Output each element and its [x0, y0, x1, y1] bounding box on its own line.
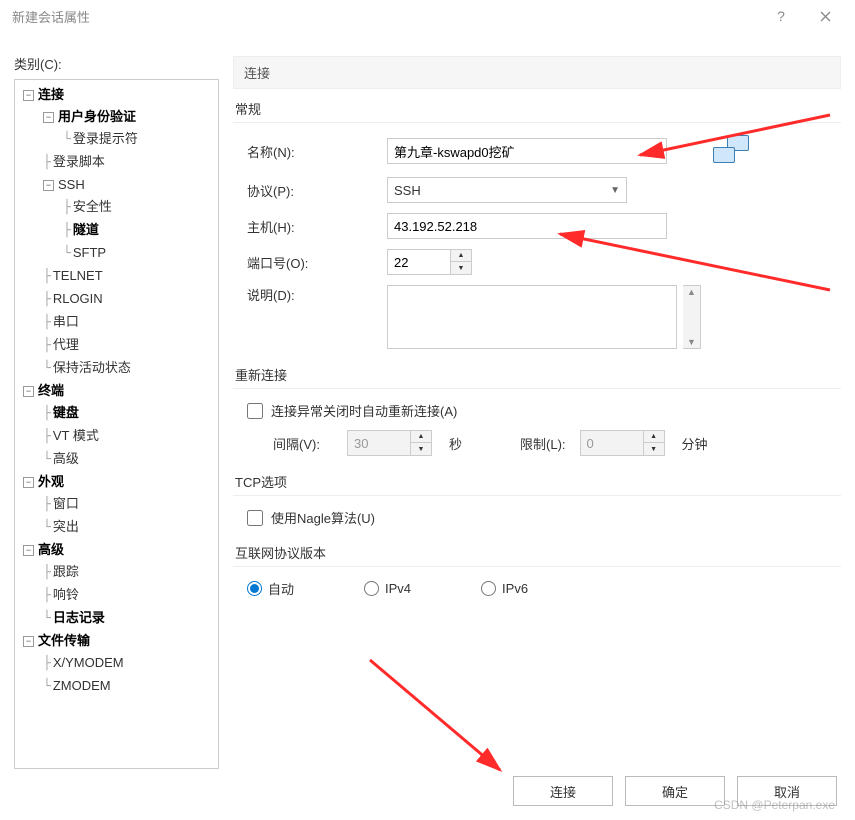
host-input[interactable] — [387, 213, 667, 239]
protocol-label: 协议(P): — [247, 181, 387, 200]
title-bar: 新建会话属性 ? — [0, 0, 855, 32]
auto-reconnect-checkbox[interactable] — [247, 403, 263, 419]
tree-item-trace[interactable]: 跟踪 — [53, 564, 79, 579]
limit-unit: 分钟 — [682, 434, 708, 453]
tree-item-connection[interactable]: 连接 — [38, 87, 64, 102]
tree-item-terminal[interactable]: 终端 — [38, 383, 64, 398]
spinner-down-icon[interactable]: ▼ — [644, 443, 664, 455]
tree-item-vtmode[interactable]: VT 模式 — [53, 428, 99, 443]
spinner-up-icon[interactable]: ▲ — [644, 431, 664, 443]
tree-item-window[interactable]: 窗口 — [53, 496, 79, 511]
tree-item-sftp[interactable]: SFTP — [73, 245, 106, 260]
group-general: 常规 名称(N): 协议(P): SSH ▼ — [233, 99, 841, 349]
tree-item-serial[interactable]: 串口 — [53, 314, 79, 329]
tree-item-keepalive[interactable]: 保持活动状态 — [53, 360, 131, 375]
name-input[interactable] — [387, 138, 667, 164]
tree-item-appearance[interactable]: 外观 — [38, 474, 64, 489]
limit-input[interactable] — [580, 430, 644, 456]
limit-spinner[interactable]: ▲▼ — [580, 430, 668, 456]
tree-item-filetransfer[interactable]: 文件传输 — [38, 633, 90, 648]
spinner-down-icon[interactable]: ▼ — [411, 443, 431, 455]
group-reconnect: 重新连接 连接异常关闭时自动重新连接(A) 间隔(V): ▲▼ 秒 限制(L): — [233, 365, 841, 456]
desc-label: 说明(D): — [247, 285, 387, 304]
spinner-down-icon[interactable]: ▼ — [451, 262, 471, 274]
panel-header: 连接 — [233, 56, 841, 89]
nagle-checkbox[interactable] — [247, 510, 263, 526]
group-reconnect-title: 重新连接 — [233, 365, 841, 384]
tree-item-login-script[interactable]: 登录脚本 — [53, 154, 105, 169]
auto-reconnect-label: 连接异常关闭时自动重新连接(A) — [271, 401, 457, 420]
tree-toggle[interactable]: − — [23, 90, 34, 101]
chevron-down-icon: ▼ — [610, 185, 620, 196]
connect-button[interactable]: 连接 — [513, 776, 613, 806]
tree-toggle[interactable]: − — [23, 477, 34, 488]
port-input[interactable] — [387, 249, 451, 275]
tree-toggle[interactable]: − — [23, 636, 34, 647]
tree-item-rlogin[interactable]: RLOGIN — [53, 291, 103, 306]
tree-item-tunnel[interactable]: 隧道 — [73, 222, 99, 237]
window-title: 新建会话属性 — [8, 7, 759, 26]
cancel-button[interactable]: 取消 — [737, 776, 837, 806]
port-spinner[interactable]: ▲▼ — [387, 249, 475, 275]
category-tree[interactable]: −连接 −用户身份验证 └登录提示符 ├登录脚本 −SSH ├安全性 ├隧道 └… — [14, 79, 219, 769]
tree-item-logging[interactable]: 日志记录 — [53, 610, 105, 625]
radio-ipv4[interactable] — [364, 581, 379, 596]
group-tcp: TCP选项 使用Nagle算法(U) — [233, 472, 841, 527]
group-general-title: 常规 — [233, 99, 841, 118]
textarea-scrollbar[interactable]: ▲▼ — [683, 285, 701, 349]
close-button[interactable] — [803, 0, 847, 32]
interval-spinner[interactable]: ▲▼ — [347, 430, 435, 456]
tree-item-auth[interactable]: 用户身份验证 — [58, 109, 136, 124]
dialog-footer: 连接 确定 取消 — [513, 776, 837, 806]
tree-item-highlight[interactable]: 突出 — [53, 519, 79, 534]
tree-item-zmodem[interactable]: ZMODEM — [53, 678, 111, 693]
protocol-select[interactable]: SSH ▼ — [387, 177, 627, 203]
computers-icon — [713, 135, 755, 167]
tree-toggle[interactable]: − — [43, 180, 54, 191]
tree-item-advanced[interactable]: 高级 — [38, 542, 64, 557]
spinner-up-icon[interactable]: ▲ — [451, 250, 471, 262]
tree-toggle[interactable]: − — [43, 112, 54, 123]
spinner-up-icon[interactable]: ▲ — [411, 431, 431, 443]
ok-button[interactable]: 确定 — [625, 776, 725, 806]
tree-item-xymodem[interactable]: X/YMODEM — [53, 655, 124, 670]
radio-auto-label: 自动 — [268, 579, 294, 598]
group-ip: 互联网协议版本 自动 IPv4 IPv6 — [233, 543, 841, 598]
close-icon — [820, 11, 831, 22]
interval-label: 间隔(V): — [273, 434, 333, 453]
radio-ipv6-label: IPv6 — [502, 581, 528, 596]
tree-item-keyboard[interactable]: 键盘 — [53, 405, 79, 420]
tree-item-login-prompt[interactable]: 登录提示符 — [73, 131, 138, 146]
host-label: 主机(H): — [247, 217, 387, 236]
interval-input[interactable] — [347, 430, 411, 456]
group-ip-title: 互联网协议版本 — [233, 543, 841, 562]
nagle-label: 使用Nagle算法(U) — [271, 508, 375, 527]
tree-item-proxy[interactable]: 代理 — [53, 337, 79, 352]
port-label: 端口号(O): — [247, 253, 387, 272]
help-button[interactable]: ? — [759, 0, 803, 32]
tree-item-security[interactable]: 安全性 — [73, 199, 112, 214]
tree-item-ssh[interactable]: SSH — [58, 177, 85, 192]
category-label: 类别(C): — [14, 54, 219, 73]
tree-toggle[interactable]: − — [23, 545, 34, 556]
limit-label: 限制(L): — [520, 434, 566, 453]
radio-ipv6[interactable] — [481, 581, 496, 596]
radio-auto[interactable] — [247, 581, 262, 596]
name-label: 名称(N): — [247, 142, 387, 161]
tree-toggle[interactable]: − — [23, 386, 34, 397]
radio-ipv4-label: IPv4 — [385, 581, 411, 596]
protocol-value: SSH — [394, 183, 421, 198]
tree-item-telnet[interactable]: TELNET — [53, 268, 103, 283]
tree-item-bell[interactable]: 响铃 — [53, 587, 79, 602]
desc-textarea[interactable] — [387, 285, 677, 349]
interval-unit: 秒 — [449, 434, 462, 453]
group-tcp-title: TCP选项 — [233, 472, 841, 491]
tree-item-advanced1[interactable]: 高级 — [53, 451, 79, 466]
